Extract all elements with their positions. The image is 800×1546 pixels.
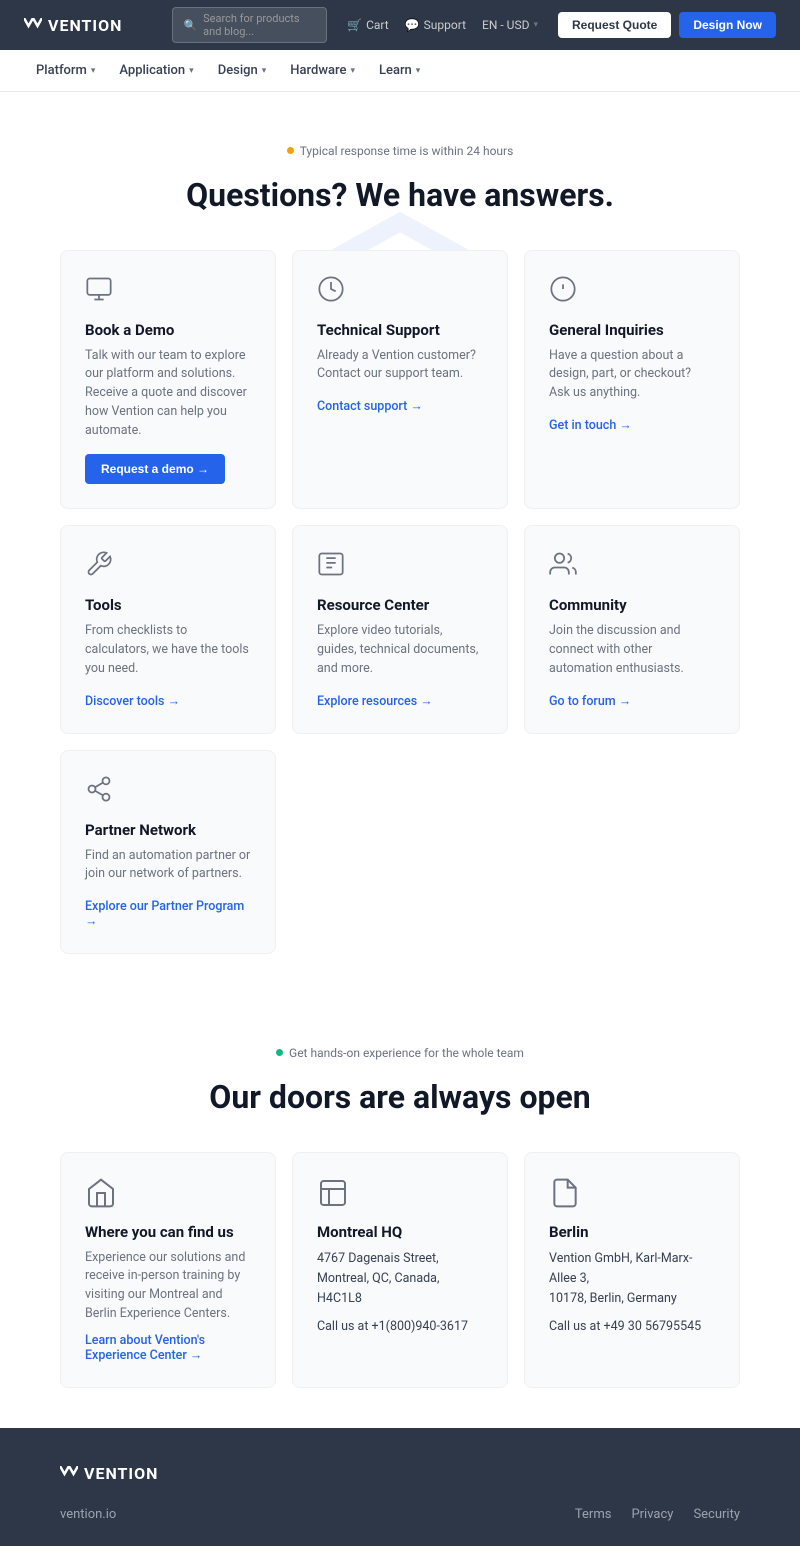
card-title-book-demo: Book a Demo (85, 321, 251, 339)
footer-top: VENTION (60, 1464, 740, 1483)
nav-logo[interactable]: VENTION (24, 16, 122, 35)
card-link-partner-network[interactable]: Explore our Partner Program → (85, 899, 251, 929)
card-desc-community: Join the discussion and connect with oth… (549, 622, 715, 678)
sub-nav-item-application[interactable]: Application▾ (107, 50, 205, 92)
card-resource-center: Resource Center Explore video tutorials,… (292, 525, 508, 733)
door-phone-berlin: Call us at +49 30 56795545 (549, 1319, 715, 1334)
card-tools: Tools From checklists to calculators, we… (60, 525, 276, 733)
card-desc-general-inquiries: Have a question about a design, part, or… (549, 347, 715, 403)
card-title-community: Community (549, 596, 715, 614)
request-demo-button[interactable]: Request a demo → (85, 454, 225, 484)
design-now-button[interactable]: Design Now (679, 12, 776, 38)
doors-title: Our doors are always open (60, 1078, 740, 1116)
chevron-down-icon: ▾ (416, 66, 421, 76)
card-technical-support: Technical Support Already a Vention cust… (292, 250, 508, 510)
chevron-down-icon: ▾ (350, 66, 355, 76)
cart-icon-item[interactable]: 🛒 Cart (347, 18, 389, 32)
nav-search-bar[interactable]: 🔍 Search for products and blog... (172, 7, 327, 43)
card-link-community[interactable]: Go to forum → (549, 694, 631, 709)
card-desc-technical-support: Already a Vention customer? Contact our … (317, 347, 483, 385)
footer-logo: VENTION (60, 1464, 158, 1483)
card-icon-technical-support (317, 275, 349, 307)
support-icon: 💬 (405, 18, 420, 32)
door-address-berlin: Vention GmbH, Karl-Marx-Allee 3,10178, B… (549, 1249, 715, 1309)
card-desc-resource-center: Explore video tutorials, guides, technic… (317, 622, 483, 678)
card-desc-book-demo: Talk with our team to explore our platfo… (85, 347, 251, 441)
nav-cta-buttons: Request Quote Design Now (558, 12, 776, 38)
sub-nav-item-hardware[interactable]: Hardware▾ (278, 50, 367, 92)
response-badge: Typical response time is within 24 hours (287, 144, 514, 158)
footer-legal-links: Terms Privacy Security (575, 1507, 740, 1522)
door-card-find-us: Where you can find us Experience our solu… (60, 1152, 276, 1388)
card-desc-partner-network: Find an automation partner or join our n… (85, 847, 251, 885)
card-community: Community Join the discussion and connec… (524, 525, 740, 733)
sub-nav-item-platform[interactable]: Platform▾ (24, 50, 107, 92)
card-book-demo: Book a Demo Talk with our team to explor… (60, 250, 276, 510)
footer-legal-security[interactable]: Security (693, 1507, 740, 1522)
card-icon-book-demo (85, 275, 117, 307)
chevron-down-icon: ▾ (189, 66, 194, 76)
door-address-montreal: 4767 Dagenais Street,Montreal, QC, Canad… (317, 1249, 483, 1309)
nav-icons-group: 🛒 Cart 💬 Support EN - USD ▾ (347, 18, 538, 32)
sub-nav-item-learn[interactable]: Learn▾ (367, 50, 432, 92)
footer-site-link[interactable]: vention.io (60, 1507, 116, 1522)
sub-nav-item-design[interactable]: Design▾ (206, 50, 279, 92)
door-icon-montreal (317, 1177, 349, 1209)
questions-section: Typical response time is within 24 hours… (0, 92, 800, 994)
card-title-general-inquiries: General Inquiries (549, 321, 715, 339)
doors-badge-dot (276, 1049, 283, 1056)
card-icon-tools (85, 550, 117, 582)
cart-icon: 🛒 (347, 18, 362, 32)
card-link-general-inquiries[interactable]: Get in touch → (549, 418, 632, 433)
card-icon-resource-center (317, 550, 349, 582)
footer-legal-terms[interactable]: Terms (575, 1507, 612, 1522)
card-icon-community (549, 550, 581, 582)
support-icon-item[interactable]: 💬 Support (405, 18, 466, 32)
door-card-berlin: Berlin Vention GmbH, Karl-Marx-Allee 3,10… (524, 1152, 740, 1388)
door-desc-find-us: Experience our solutions and receive in-… (85, 1249, 251, 1324)
doors-grid: Where you can find us Experience our solu… (60, 1152, 740, 1388)
sub-nav: Platform▾Application▾Design▾Hardware▾Lea… (0, 50, 800, 92)
door-title-montreal: Montreal HQ (317, 1223, 483, 1241)
request-quote-button[interactable]: Request Quote (558, 12, 671, 38)
door-card-montreal: Montreal HQ 4767 Dagenais Street,Montreal… (292, 1152, 508, 1388)
main-nav: VENTION 🔍 Search for products and blog..… (0, 0, 800, 50)
door-title-find-us: Where you can find us (85, 1223, 251, 1241)
footer-bottom: vention.io Terms Privacy Security (60, 1507, 740, 1522)
card-icon-general-inquiries (549, 275, 581, 307)
card-icon-partner-network (85, 775, 117, 807)
card-desc-tools: From checklists to calculators, we have … (85, 622, 251, 678)
chevron-down-icon: ▾ (262, 66, 267, 76)
door-phone-montreal: Call us at +1(800)940-3617 (317, 1319, 483, 1334)
doors-badge: Get hands-on experience for the whole te… (276, 1046, 524, 1060)
door-title-berlin: Berlin (549, 1223, 715, 1241)
card-link-resource-center[interactable]: Explore resources → (317, 694, 433, 709)
support-cards-grid: Book a Demo Talk with our team to explor… (60, 250, 740, 955)
language-selector[interactable]: EN - USD ▾ (482, 18, 538, 32)
card-partner-network: Partner Network Find an automation partn… (60, 750, 276, 955)
main-content: Typical response time is within 24 hours… (0, 92, 800, 1428)
card-link-tools[interactable]: Discover tools → (85, 694, 180, 709)
card-general-inquiries: General Inquiries Have a question about … (524, 250, 740, 510)
card-title-tools: Tools (85, 596, 251, 614)
card-title-resource-center: Resource Center (317, 596, 483, 614)
door-link-find-us[interactable]: Learn about Vention's Experience Center … (85, 1333, 251, 1363)
doors-section: Get hands-on experience for the whole te… (0, 994, 800, 1428)
card-link-technical-support[interactable]: Contact support → (317, 399, 423, 414)
search-icon: 🔍 (183, 19, 197, 32)
badge-dot (287, 147, 294, 154)
chevron-down-icon: ▾ (91, 66, 96, 76)
chevron-down-icon: ▾ (533, 20, 538, 30)
door-icon-berlin (549, 1177, 581, 1209)
card-title-technical-support: Technical Support (317, 321, 483, 339)
footer: VENTION vention.io Terms Privacy Security (0, 1428, 800, 1546)
card-title-partner-network: Partner Network (85, 821, 251, 839)
footer-legal-privacy[interactable]: Privacy (631, 1507, 673, 1522)
door-icon-find-us (85, 1177, 117, 1209)
questions-title: Questions? We have answers. (60, 176, 740, 214)
